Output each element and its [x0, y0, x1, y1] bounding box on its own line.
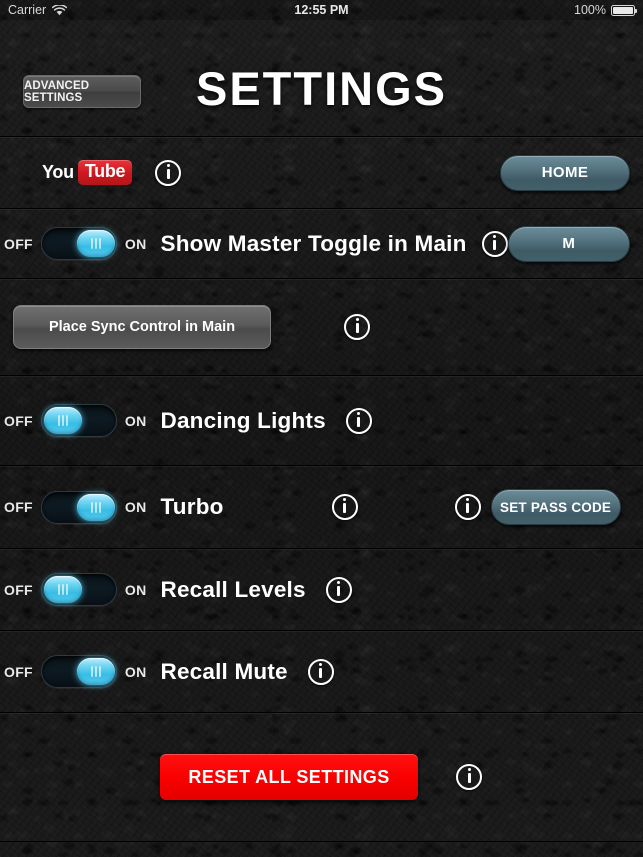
row-reset: RESET ALL SETTINGS [0, 712, 643, 842]
youtube-tube-text: Tube [77, 160, 133, 185]
row-turbo: OFF ON Turbo SET PASS CODE [0, 465, 643, 548]
toggle-knob [43, 576, 82, 603]
place-sync-control-button[interactable]: Place Sync Control in Main [13, 305, 271, 349]
master-toggle-switch[interactable] [40, 227, 117, 260]
dancing-lights-label: Dancing Lights [160, 407, 326, 433]
info-icon[interactable] [325, 576, 352, 603]
toggle-off-label: OFF [4, 235, 33, 252]
toggle-off-label: OFF [4, 663, 33, 680]
recall-levels-switch[interactable] [40, 573, 117, 606]
recall-mute-switch[interactable] [40, 655, 117, 688]
info-icon[interactable] [344, 314, 370, 340]
row-dancing-lights: OFF ON Dancing Lights [0, 375, 643, 465]
toggle-on-label: ON [124, 499, 147, 515]
info-icon[interactable] [331, 494, 358, 520]
battery-percent-label: 100% [574, 3, 606, 17]
recall-levels-label: Recall Levels [160, 576, 306, 602]
youtube-you-text: You [42, 162, 74, 182]
master-m-button[interactable]: M [507, 225, 630, 262]
toggle-off-label: OFF [4, 581, 33, 598]
info-icon[interactable] [345, 407, 372, 434]
toggle-on-label: ON [124, 235, 147, 252]
clock: 12:55 PM [294, 3, 349, 17]
toggle-knob [76, 493, 115, 521]
info-icon[interactable] [307, 658, 334, 685]
row-show-master-toggle: OFF ON Show Master Toggle in Main M [0, 208, 643, 278]
page-title: SETTINGS [195, 62, 448, 115]
status-bar: Carrier 12:55 PM 100% [0, 0, 643, 20]
settings-rows: You Tube HOME OFF ON Show Master Toggle … [0, 136, 643, 842]
set-pass-code-button[interactable]: SET PASS CODE [490, 489, 621, 525]
row-youtube: You Tube HOME [0, 136, 643, 208]
home-button[interactable]: HOME [500, 154, 630, 191]
info-icon[interactable] [481, 230, 508, 257]
dancing-lights-switch[interactable] [40, 404, 117, 437]
dancing-lights-toggle-group: OFF ON [4, 404, 147, 437]
toggle-knob [76, 230, 115, 257]
status-bar-left: Carrier [8, 3, 68, 17]
toggle-knob [43, 407, 82, 434]
toggle-knob [76, 658, 115, 685]
page-header: ADVANCED SETTINGS SETTINGS [0, 20, 643, 136]
master-toggle-group: OFF ON [4, 227, 147, 260]
wifi-icon [52, 4, 68, 15]
carrier-label: Carrier [8, 3, 47, 17]
recall-levels-toggle-group: OFF ON [4, 573, 147, 606]
turbo-toggle-group: OFF ON [4, 490, 147, 524]
toggle-on-label: ON [124, 412, 147, 429]
info-icon[interactable] [155, 159, 182, 186]
recall-mute-label: Recall Mute [160, 658, 288, 684]
battery-full-icon [611, 4, 637, 16]
toggle-on-label: ON [124, 581, 147, 598]
turbo-switch[interactable] [40, 490, 117, 524]
reset-all-settings-button[interactable]: RESET ALL SETTINGS [160, 754, 418, 800]
turbo-label: Turbo [160, 494, 224, 519]
info-icon-pass-code[interactable] [454, 494, 481, 520]
toggle-on-label: ON [124, 663, 147, 680]
row-recall-levels: OFF ON Recall Levels [0, 548, 643, 630]
recall-mute-toggle-group: OFF ON [4, 655, 147, 688]
row-sync-control: Place Sync Control in Main [0, 278, 643, 375]
toggle-off-label: OFF [4, 499, 33, 515]
youtube-logo[interactable]: You Tube [42, 160, 133, 185]
row-recall-mute: OFF ON Recall Mute [0, 630, 643, 712]
status-bar-right: 100% [574, 3, 637, 17]
master-toggle-label: Show Master Toggle in Main [160, 230, 467, 256]
toggle-off-label: OFF [4, 412, 33, 429]
info-icon[interactable] [456, 764, 482, 790]
